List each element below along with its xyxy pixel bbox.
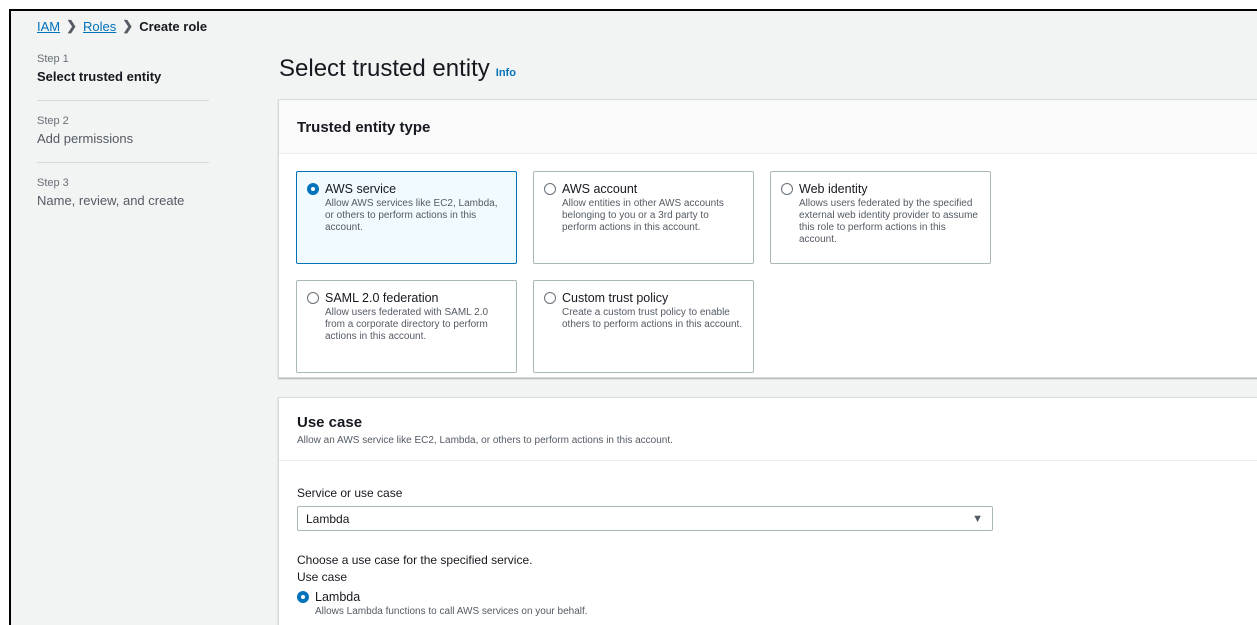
tile-description: Create a custom trust policy to enable o… — [562, 307, 743, 330]
chevron-right-icon: ❯ — [66, 18, 78, 33]
panel-header: Use case Allow an AWS service like EC2, … — [279, 398, 1257, 461]
step-number: Step 1 — [37, 53, 69, 65]
use-case-panel: Use case Allow an AWS service like EC2, … — [278, 397, 1257, 625]
tile-title: AWS account — [562, 182, 638, 196]
tile-description: Allow entities in other AWS accounts bel… — [562, 198, 724, 233]
step-number: Step 2 — [37, 115, 69, 127]
step-title: Add permissions — [37, 131, 134, 146]
radio-icon[interactable] — [781, 183, 793, 195]
tile-description: Allows users federated by the specified … — [799, 198, 978, 245]
tile-title: SAML 2.0 federation — [325, 291, 439, 305]
info-link[interactable]: Info — [496, 67, 516, 79]
breadcrumb: IAM ❯ Roles ❯ Create role — [37, 18, 207, 34]
page-title: Select trusted entity — [279, 55, 490, 82]
console-frame: IAM ❯ Roles ❯ Create role Step 1 Select … — [9, 9, 1257, 625]
radio-icon[interactable] — [544, 292, 556, 304]
tile-custom-trust-policy[interactable]: Custom trust policy Create a custom trus… — [533, 280, 754, 373]
tile-title: Custom trust policy — [562, 291, 669, 305]
tile-web-identity[interactable]: Web identity Allows users federated by t… — [770, 171, 991, 264]
step-title: Select trusted entity — [37, 69, 162, 84]
wizard-steps: Step 1 Select trusted entity Step 2 Add … — [37, 53, 209, 238]
panel-header: Trusted entity type — [279, 100, 1257, 154]
tile-aws-account[interactable]: AWS account Allow entities in other AWS … — [533, 171, 754, 264]
panel-description: Allow an AWS service like EC2, Lambda, o… — [297, 435, 673, 446]
use-case-option-lambda[interactable]: Lambda Allows Lambda functions to call A… — [297, 590, 588, 617]
tile-title: Web identity — [799, 182, 868, 196]
tile-description: Allow users federated with SAML 2.0 from… — [325, 307, 489, 342]
tile-aws-service[interactable]: AWS service Allow AWS services like EC2,… — [296, 171, 517, 264]
step-title: Name, review, and create — [37, 193, 185, 208]
breadcrumb-link-roles[interactable]: Roles — [83, 19, 116, 34]
option-title: Lambda — [315, 590, 361, 604]
radio-icon[interactable] — [544, 183, 556, 195]
step-1: Step 1 Select trusted entity — [37, 53, 209, 101]
tile-description: Allow AWS services like EC2, Lambda, or … — [325, 198, 498, 233]
step-number: Step 3 — [37, 177, 69, 189]
service-select[interactable]: Lambda ▼ — [297, 506, 993, 531]
tile-title: AWS service — [325, 182, 397, 196]
trusted-entity-panel: Trusted entity type AWS service Allow AW… — [278, 99, 1257, 378]
panel-title: Trusted entity type — [297, 119, 431, 136]
use-case-instruction: Choose a use case for the specified serv… — [297, 553, 533, 567]
step-3: Step 3 Name, review, and create — [37, 177, 209, 224]
page-heading: Select trusted entity Info — [279, 55, 516, 83]
option-description: Allows Lambda functions to call AWS serv… — [315, 606, 588, 617]
radio-icon[interactable] — [307, 292, 319, 304]
chevron-right-icon: ❯ — [122, 18, 134, 33]
breadcrumb-current: Create role — [139, 18, 208, 34]
service-field-label: Service or use case — [297, 486, 403, 500]
radio-selected-icon[interactable] — [297, 591, 309, 603]
tile-saml-federation[interactable]: SAML 2.0 federation Allow users federate… — [296, 280, 517, 373]
caret-down-icon: ▼ — [972, 513, 983, 525]
panel-title: Use case — [297, 414, 363, 431]
step-2: Step 2 Add permissions — [37, 115, 209, 163]
breadcrumb-link-iam[interactable]: IAM — [37, 19, 60, 34]
radio-selected-icon[interactable] — [307, 183, 319, 195]
select-value: Lambda — [306, 512, 350, 526]
use-case-label: Use case — [297, 570, 348, 584]
